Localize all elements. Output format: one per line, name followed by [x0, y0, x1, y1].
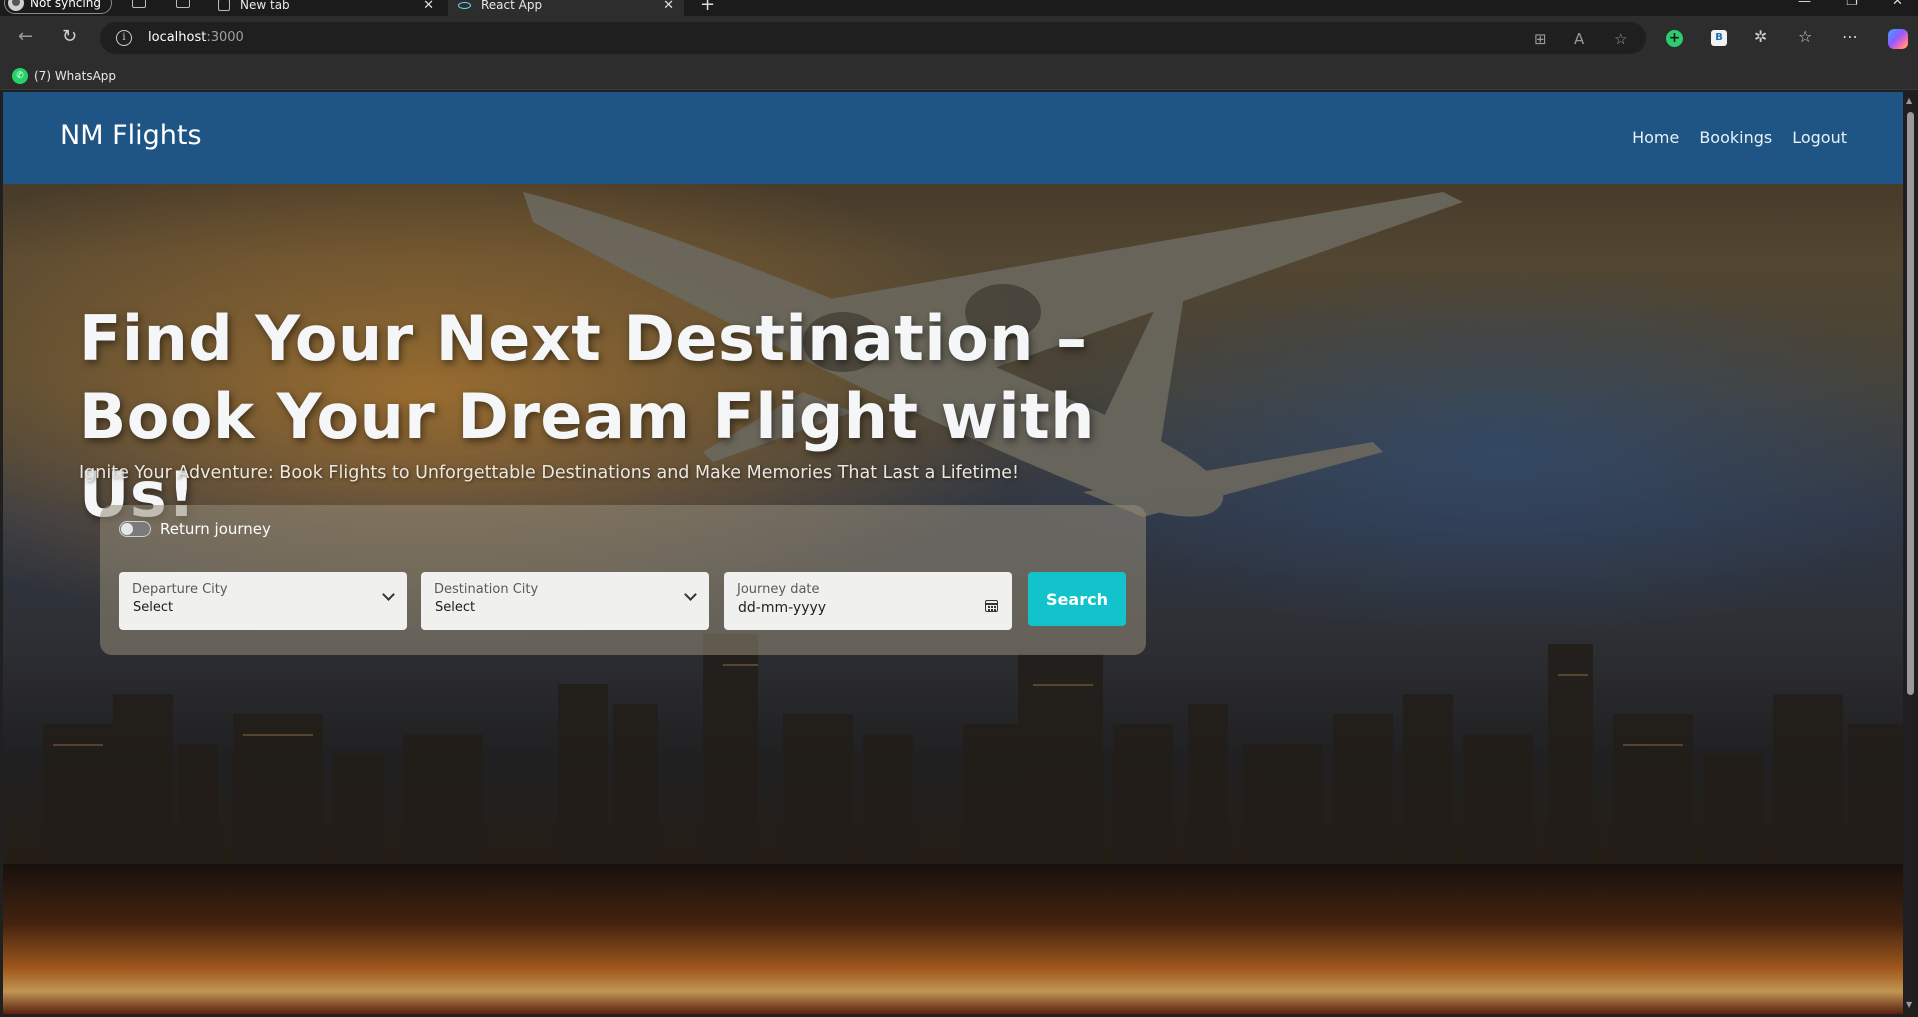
departure-city-label: Departure City: [132, 582, 228, 597]
return-journey-toggle-row: Return journey: [119, 520, 271, 538]
site-info-icon[interactable]: i: [116, 30, 132, 46]
nav-home-link[interactable]: Home: [1632, 128, 1679, 147]
bookmarks-bar: ✆ (7) WhatsApp: [0, 62, 1918, 90]
address-bar[interactable]: i localhost:3000 ⊞ A ☆: [100, 22, 1646, 54]
more-menu-icon[interactable]: ⋯: [1842, 27, 1858, 46]
bookmark-label: (7) WhatsApp: [34, 69, 117, 83]
close-icon[interactable]: ✕: [663, 0, 674, 13]
tab-react-app[interactable]: React App ✕: [448, 0, 684, 16]
page-icon: [218, 0, 230, 11]
hero-subtitle: Ignite Your Adventure: Book Flights to U…: [79, 463, 1020, 483]
back-icon[interactable]: ←: [18, 26, 33, 47]
whatsapp-icon: ✆: [12, 68, 28, 84]
return-journey-toggle[interactable]: [119, 521, 151, 537]
nav-logout-link[interactable]: Logout: [1792, 128, 1847, 147]
journey-date-label: Journey date: [737, 582, 820, 597]
tab-actions-icon[interactable]: [176, 0, 190, 8]
copilot-icon[interactable]: [1888, 29, 1908, 49]
refresh-icon[interactable]: ↻: [62, 26, 77, 47]
workspaces-icon[interactable]: [132, 0, 146, 8]
bookmark-whatsapp[interactable]: ✆ (7) WhatsApp: [12, 68, 116, 84]
extension-b-icon[interactable]: B: [1711, 30, 1727, 46]
destination-city-select[interactable]: Destination City Select: [421, 572, 709, 630]
search-button[interactable]: Search: [1028, 572, 1126, 626]
chevron-down-icon: [382, 588, 395, 601]
profile-button[interactable]: Not syncing: [4, 0, 112, 14]
browser-toolbar: ← ↻ i localhost:3000 ⊞ A ☆ + B ✲ ☆ ⋯: [0, 16, 1918, 62]
tab-title: React App: [481, 0, 543, 12]
scroll-up-icon[interactable]: ▲: [1906, 96, 1912, 105]
destination-city-label: Destination City: [434, 582, 539, 597]
restore-icon[interactable]: ❐: [1846, 0, 1858, 9]
nav-bookings-link[interactable]: Bookings: [1699, 128, 1772, 147]
close-window-icon[interactable]: ✕: [1892, 0, 1903, 9]
page-scrollbar[interactable]: ▲ ▼: [1903, 92, 1918, 1014]
site-navbar: NM Flights Home Bookings Logout: [3, 92, 1903, 184]
destination-city-value: Select: [435, 600, 476, 615]
toggle-knob: [121, 523, 133, 535]
url-text: localhost:3000: [148, 30, 244, 45]
calendar-icon[interactable]: [985, 600, 998, 612]
flight-search-form: Return journey Departure City Select Des…: [100, 505, 1146, 655]
extensions-puzzle-icon[interactable]: ✲: [1754, 27, 1767, 46]
journey-date-input[interactable]: Journey date dd-mm-yyyy: [724, 572, 1012, 630]
react-icon: [458, 1, 471, 9]
profile-label: Not syncing: [30, 0, 101, 10]
departure-city-select[interactable]: Departure City Select: [119, 572, 407, 630]
scroll-down-icon[interactable]: ▼: [1906, 1000, 1912, 1009]
extension-plus-icon[interactable]: +: [1666, 30, 1683, 47]
nav-links: Home Bookings Logout: [1632, 128, 1847, 147]
page-viewport: NM Flights Home Bookings Logout Find You…: [3, 92, 1903, 1014]
scrollbar-thumb[interactable]: [1907, 112, 1914, 695]
favorites-icon[interactable]: ☆: [1798, 27, 1812, 46]
avatar: [8, 0, 24, 11]
browser-tab-bar: Not syncing New tab ✕ React App ✕ + — ❐ …: [0, 0, 1918, 16]
brand-logo[interactable]: NM Flights: [60, 120, 202, 151]
new-tab-icon[interactable]: +: [700, 0, 715, 15]
return-journey-label[interactable]: Return journey: [160, 520, 271, 538]
app-available-icon[interactable]: ⊞: [1534, 30, 1547, 48]
favorite-star-icon[interactable]: ☆: [1614, 30, 1627, 48]
tab-new-tab[interactable]: New tab ✕: [208, 0, 444, 16]
journey-date-value: dd-mm-yyyy: [738, 600, 827, 616]
minimize-icon[interactable]: —: [1798, 0, 1811, 9]
close-icon[interactable]: ✕: [423, 0, 434, 13]
read-aloud-icon[interactable]: A: [1574, 30, 1584, 48]
tab-title: New tab: [240, 0, 290, 12]
hero-title: Find Your Next Destination – Book Your D…: [79, 302, 1095, 531]
departure-city-value: Select: [133, 600, 174, 615]
chevron-down-icon: [684, 588, 697, 601]
